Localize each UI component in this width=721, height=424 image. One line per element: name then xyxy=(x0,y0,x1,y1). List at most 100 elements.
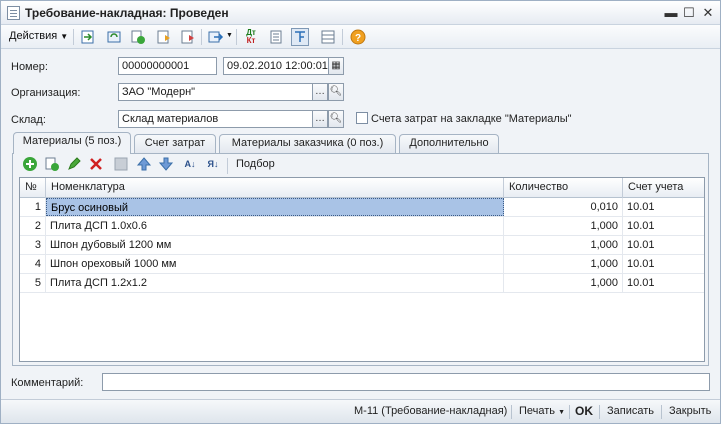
warehouse-open-icon[interactable]: 🔍︎ xyxy=(328,110,344,128)
row-number: 3 xyxy=(20,236,46,254)
delete-row-icon[interactable] xyxy=(87,155,105,173)
tab-customer-materials-label: Материалы заказчика (0 поз.) xyxy=(231,137,384,149)
materials-table: № Номенклатура Количество Счет учета 1 Б… xyxy=(19,177,705,362)
row-quantity[interactable]: 0,010 xyxy=(504,198,623,216)
document-window: Требование-накладная: Проведен ▬ ☐ ✕ Дей… xyxy=(0,0,721,424)
tab-cost-account-label: Счет затрат xyxy=(144,137,206,149)
copy-row-icon[interactable] xyxy=(43,155,61,173)
move-down-icon[interactable] xyxy=(157,155,175,173)
toolbar-separator xyxy=(342,29,343,45)
tab-additional[interactable]: Дополнительно xyxy=(399,134,499,153)
warehouse-field[interactable]: Склад материалов xyxy=(118,110,313,128)
date-field[interactable]: 09.02.2010 12:00:01 xyxy=(223,57,329,75)
maximize-button[interactable]: ☐ xyxy=(681,5,697,21)
row-account[interactable]: 10.01 xyxy=(623,217,704,235)
tree-view-toggle-icon[interactable] xyxy=(291,28,309,46)
row-account[interactable]: 10.01 xyxy=(623,255,704,273)
sort-ascending-icon[interactable]: А↓ xyxy=(181,155,199,173)
print-form-button[interactable]: М-11 (Требование-накладная) xyxy=(354,405,507,417)
tab-customer-materials[interactable]: Материалы заказчика (0 поз.) xyxy=(219,134,396,153)
move-up-icon[interactable] xyxy=(135,155,153,173)
toolbar-separator xyxy=(73,29,74,45)
tab-materials-label: Материалы (5 поз.) xyxy=(22,135,122,147)
column-header-account[interactable]: Счет учета xyxy=(623,178,704,198)
save-button[interactable]: Записать xyxy=(607,405,654,417)
calendar-icon[interactable]: ▦ xyxy=(328,57,344,75)
warehouse-select-button[interactable]: … xyxy=(312,110,328,128)
row-account[interactable]: 10.01 xyxy=(623,274,704,292)
column-header-quantity[interactable]: Количество xyxy=(504,178,623,198)
tab-materials[interactable]: Материалы (5 поз.) xyxy=(13,132,131,154)
post-and-close-icon[interactable] xyxy=(79,28,97,46)
tab-additional-label: Дополнительно xyxy=(409,137,489,149)
main-toolbar: Действия ▼ ▼ Дт Кт ? xyxy=(1,25,720,49)
copy-document-icon[interactable] xyxy=(129,28,147,46)
row-quantity[interactable]: 1,000 xyxy=(504,217,623,235)
row-quantity[interactable]: 1,000 xyxy=(504,236,623,254)
row-number: 5 xyxy=(20,274,46,292)
based-on-icon[interactable] xyxy=(179,28,197,46)
row-nomenclature[interactable]: Шпон дубовый 1200 мм xyxy=(46,236,504,254)
pick-button[interactable]: Подбор xyxy=(236,158,275,170)
table-row[interactable]: 4 Шпон ореховый 1000 мм 1,000 10.01 xyxy=(20,255,704,274)
row-number: 4 xyxy=(20,255,46,273)
comment-field[interactable] xyxy=(102,373,710,391)
table-header: № Номенклатура Количество Счет учета xyxy=(20,178,704,198)
row-account[interactable]: 10.01 xyxy=(623,236,704,254)
number-label: Номер: xyxy=(11,61,48,73)
end-edit-icon[interactable] xyxy=(112,155,130,173)
organization-field[interactable]: ЗАО "Модерн" xyxy=(118,83,313,101)
sort-descending-icon[interactable]: Я↓ xyxy=(204,155,222,173)
row-quantity[interactable]: 1,000 xyxy=(504,255,623,273)
row-nomenclature[interactable]: Брус осиновый xyxy=(46,198,504,216)
warehouse-label: Склад: xyxy=(11,114,46,126)
structure-icon[interactable] xyxy=(267,28,285,46)
actions-menu-button[interactable]: Действия ▼ xyxy=(5,28,72,46)
organization-open-icon[interactable]: 🔍︎ xyxy=(328,83,344,101)
row-quantity[interactable]: 1,000 xyxy=(504,274,623,292)
column-header-nomenclature[interactable]: Номенклатура xyxy=(46,178,504,198)
list-settings-icon[interactable] xyxy=(319,28,337,46)
add-row-icon[interactable] xyxy=(21,155,39,173)
refresh-icon[interactable] xyxy=(105,28,123,46)
table-row[interactable]: 5 Плита ДСП 1.2х1.2 1,000 10.01 xyxy=(20,274,704,293)
row-number: 2 xyxy=(20,217,46,235)
dt-kt-movements-icon[interactable]: Дт Кт xyxy=(242,28,260,46)
table-row[interactable]: 3 Шпон дубовый 1200 мм 1,000 10.01 xyxy=(20,236,704,255)
toolbar-separator xyxy=(236,29,237,45)
organization-select-button[interactable]: … xyxy=(312,83,328,101)
chevron-down-icon: ▼ xyxy=(60,32,69,41)
ok-button[interactable]: OK xyxy=(575,404,593,418)
help-icon[interactable]: ? xyxy=(349,28,367,46)
print-label: Печать xyxy=(519,405,556,417)
row-account[interactable]: 10.01 xyxy=(623,198,704,216)
title-bar: Требование-накладная: Проведен ▬ ☐ ✕ xyxy=(1,1,720,25)
print-menu-button[interactable]: Печать ▼ xyxy=(519,405,565,417)
table-row[interactable]: 1 Брус осиновый 0,010 10.01 xyxy=(20,198,704,217)
close-window-button[interactable]: ✕ xyxy=(700,5,716,21)
cost-accounts-checkbox[interactable] xyxy=(356,112,368,124)
close-button[interactable]: Закрыть xyxy=(669,405,711,417)
enter-based-icon[interactable] xyxy=(207,28,225,46)
document-icon xyxy=(7,6,20,20)
tab-cost-account[interactable]: Счет затрат xyxy=(134,134,216,153)
bottom-separator xyxy=(599,405,600,419)
toolbar-separator xyxy=(201,29,202,45)
chevron-down-icon: ▼ xyxy=(558,409,566,416)
minimize-button[interactable]: ▬ xyxy=(663,5,679,21)
window-title: Требование-накладная: Проведен xyxy=(25,6,229,20)
svg-text:?: ? xyxy=(355,33,361,44)
fill-document-icon[interactable] xyxy=(155,28,173,46)
row-nomenclature[interactable]: Шпон ореховый 1000 мм xyxy=(46,255,504,273)
table-row[interactable]: 2 Плита ДСП 1.0х0.6 1,000 10.01 xyxy=(20,217,704,236)
edit-row-icon[interactable] xyxy=(65,155,83,173)
row-nomenclature[interactable]: Плита ДСП 1.2х1.2 xyxy=(46,274,504,292)
bottom-separator xyxy=(511,405,512,419)
cost-accounts-checkbox-label: Счета затрат на закладке "Материалы" xyxy=(371,113,572,125)
number-field[interactable]: 00000000001 xyxy=(118,57,217,75)
bottom-separator xyxy=(569,405,570,419)
column-header-number[interactable]: № xyxy=(20,178,46,198)
row-nomenclature[interactable]: Плита ДСП 1.0х0.6 xyxy=(46,217,504,235)
chevron-down-icon[interactable]: ▼ xyxy=(226,32,233,39)
toolbar-separator xyxy=(227,158,228,174)
